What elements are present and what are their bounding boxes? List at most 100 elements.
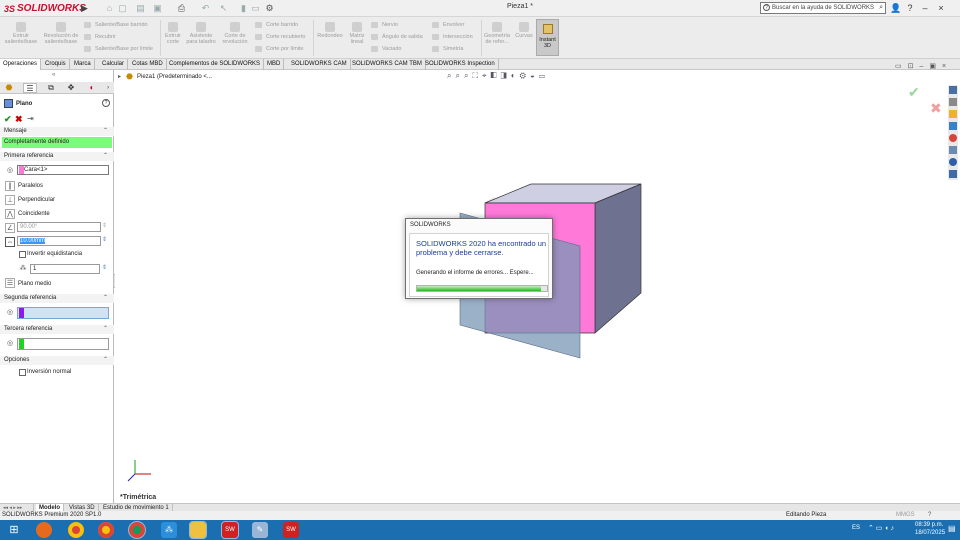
view-window-buttons[interactable]: ▭⊡–▣× bbox=[895, 62, 952, 70]
new-document-icon[interactable]: ▢ bbox=[117, 3, 128, 14]
offset-distance-icon[interactable]: ⇔ bbox=[5, 237, 15, 247]
property-manager-tab-icon[interactable]: ☰ bbox=[23, 83, 37, 93]
flip-normal-checkbox[interactable] bbox=[19, 369, 26, 376]
tab-solidworks-cam[interactable]: SOLIDWORKS CAM bbox=[288, 59, 351, 70]
lofted-cut-button[interactable]: Corte recubierto bbox=[255, 32, 305, 42]
solidworks-resources-icon[interactable] bbox=[949, 86, 957, 94]
instances-spinner-icon[interactable]: ⇕ bbox=[102, 264, 107, 271]
file-explorer-icon[interactable] bbox=[949, 110, 957, 118]
tab-calcular[interactable]: Calcular bbox=[99, 59, 129, 70]
view-palette-icon[interactable] bbox=[949, 122, 957, 130]
revolve-boss-button[interactable]: Revolución de saliente/base bbox=[42, 22, 80, 45]
tray-icons[interactable]: ⌃ ▭ ◖ ♪ bbox=[868, 524, 894, 532]
angle-spinner-icon[interactable]: ⇕ bbox=[102, 222, 107, 229]
solidworks-icon[interactable]: SW bbox=[283, 522, 299, 538]
third-reference-header[interactable]: Tercera referencia ⌃ bbox=[0, 325, 114, 334]
notifications-icon[interactable]: ▤ bbox=[948, 524, 956, 533]
help-search-input[interactable]: ? Buscar en la ayuda de SOLIDWORKS ⌕ bbox=[760, 2, 886, 14]
file-properties-icon[interactable]: ▭ bbox=[250, 3, 261, 14]
boundary-cut-button[interactable]: Corte por límite bbox=[255, 44, 304, 54]
app-icon[interactable]: ✎ bbox=[252, 522, 268, 538]
curves-button[interactable]: Curvas bbox=[513, 22, 535, 39]
rib-button[interactable]: Nervio bbox=[371, 20, 398, 30]
extrude-boss-button[interactable]: Extruir saliente/base bbox=[2, 22, 40, 45]
fillet-button[interactable]: Redondeo bbox=[315, 22, 345, 39]
chrome-icon[interactable] bbox=[98, 522, 114, 538]
mirror-button[interactable]: Simetría bbox=[432, 44, 463, 54]
swept-boss-button[interactable]: Saliente/Base barrido bbox=[84, 20, 148, 30]
more-tabs-icon[interactable]: › bbox=[101, 83, 115, 93]
coincident-icon[interactable]: ⋀ bbox=[5, 209, 15, 219]
save-icon[interactable]: ▣ bbox=[152, 3, 163, 14]
draft-button[interactable]: Ángulo de salida bbox=[371, 32, 423, 42]
pushpin-icon[interactable]: ⇥ bbox=[27, 114, 34, 123]
minimize-button[interactable]: – bbox=[919, 3, 931, 14]
second-reference-header[interactable]: Segunda referencia ⌃ bbox=[0, 294, 114, 303]
instant3d-button[interactable]: Instant 3D bbox=[536, 19, 559, 56]
clock-time[interactable]: 08:39 p.m. bbox=[915, 522, 943, 528]
custom-properties-icon[interactable] bbox=[949, 146, 957, 154]
parallel-icon[interactable]: ∥ bbox=[5, 181, 15, 191]
ok-check-icon[interactable]: ✔ bbox=[4, 114, 12, 125]
undo-icon[interactable]: ↶ bbox=[200, 3, 211, 14]
mid-plane-icon[interactable]: ☰ bbox=[5, 278, 15, 288]
chat-icon[interactable] bbox=[949, 170, 957, 178]
linear-pattern-button[interactable]: Matriz lineal bbox=[346, 22, 368, 45]
tab-complementos[interactable]: Complementos de SOLIDWORKS bbox=[166, 59, 265, 70]
cancel-x-icon[interactable]: ✖ bbox=[15, 114, 23, 125]
close-button[interactable]: × bbox=[935, 3, 947, 14]
appearances-icon[interactable] bbox=[949, 134, 957, 142]
message-section-header[interactable]: Mensaje ⌃ bbox=[0, 127, 114, 136]
windows-start-icon[interactable]: ⊞ bbox=[6, 522, 22, 538]
second-reference-field[interactable] bbox=[17, 307, 109, 319]
firefox-icon[interactable] bbox=[36, 522, 52, 538]
hole-wizard-button[interactable]: Asistente para taladro bbox=[185, 22, 217, 45]
status-units[interactable]: MMGS bbox=[896, 511, 915, 520]
shell-button[interactable]: Vaciado bbox=[371, 44, 401, 54]
boundary-boss-button[interactable]: Saliente/Base por límite bbox=[84, 44, 153, 54]
dimxpert-tab-icon[interactable]: ✥ bbox=[64, 83, 78, 93]
chrome-icon[interactable] bbox=[128, 521, 146, 539]
status-help-icon[interactable]: ? bbox=[928, 511, 931, 520]
language-indicator[interactable]: ES bbox=[852, 525, 860, 531]
expand-menu-icon[interactable]: ▶ bbox=[79, 3, 90, 14]
solidworks-2020-icon[interactable]: SW bbox=[221, 521, 239, 539]
reference-geometry-button[interactable]: Geometría de refer... bbox=[483, 22, 511, 45]
distance-field[interactable]: 10.00mm bbox=[17, 236, 101, 246]
design-library-icon[interactable] bbox=[949, 98, 957, 106]
intersect-button[interactable]: Intersección bbox=[432, 32, 473, 42]
swept-cut-button[interactable]: Corte barrido bbox=[255, 20, 298, 30]
perpendicular-icon[interactable]: ⊥ bbox=[5, 195, 15, 205]
angle-icon[interactable]: ∠ bbox=[5, 223, 15, 233]
tab-operaciones[interactable]: Operaciones bbox=[0, 59, 42, 70]
file-explorer-icon[interactable] bbox=[189, 521, 207, 539]
help-icon[interactable]: ? bbox=[102, 99, 110, 107]
tab-solidworks-inspection[interactable]: SOLIDWORKS Inspection bbox=[422, 59, 499, 70]
wrap-button[interactable]: Envolver bbox=[432, 20, 464, 30]
clock-date[interactable]: 18/07/2025 bbox=[915, 530, 945, 536]
distance-spinner-icon[interactable]: ⇕ bbox=[102, 236, 107, 243]
angle-field[interactable]: 90.00° bbox=[17, 222, 101, 232]
tab-mbd[interactable]: MBD bbox=[264, 59, 285, 70]
lofted-boss-button[interactable]: Recubrir bbox=[84, 32, 116, 42]
forum-icon[interactable] bbox=[949, 158, 957, 166]
select-icon[interactable]: ↖ bbox=[218, 3, 229, 14]
chrome-icon[interactable] bbox=[68, 522, 84, 538]
feature-manager-tab-icon[interactable]: ⬣ bbox=[2, 83, 16, 93]
app-icon[interactable]: ⁂ bbox=[161, 522, 177, 538]
configuration-manager-tab-icon[interactable]: ⧉ bbox=[44, 83, 58, 93]
options-header[interactable]: Opciones ⌃ bbox=[0, 356, 114, 365]
search-icon[interactable]: ⌕ bbox=[879, 3, 883, 13]
help-icon[interactable]: ? bbox=[904, 3, 916, 14]
home-icon[interactable]: ⌂ bbox=[104, 3, 115, 14]
print-icon[interactable]: ⎙ bbox=[176, 3, 187, 14]
tab-cotas-mbd[interactable]: Cotas MBD bbox=[129, 59, 167, 70]
tab-croquis[interactable]: Croquis bbox=[42, 59, 70, 70]
flip-offset-checkbox[interactable] bbox=[19, 251, 26, 258]
first-reference-field[interactable]: Cara<1> bbox=[17, 165, 109, 175]
revolve-cut-button[interactable]: Corte de revolución bbox=[219, 22, 251, 45]
instances-field[interactable]: 1 bbox=[30, 264, 100, 274]
first-reference-header[interactable]: Primera referencia ⌃ bbox=[0, 152, 114, 161]
solidworks-logo[interactable]: 3S SOLIDWORKS bbox=[4, 2, 86, 15]
display-manager-tab-icon[interactable]: ◐ bbox=[85, 83, 99, 93]
